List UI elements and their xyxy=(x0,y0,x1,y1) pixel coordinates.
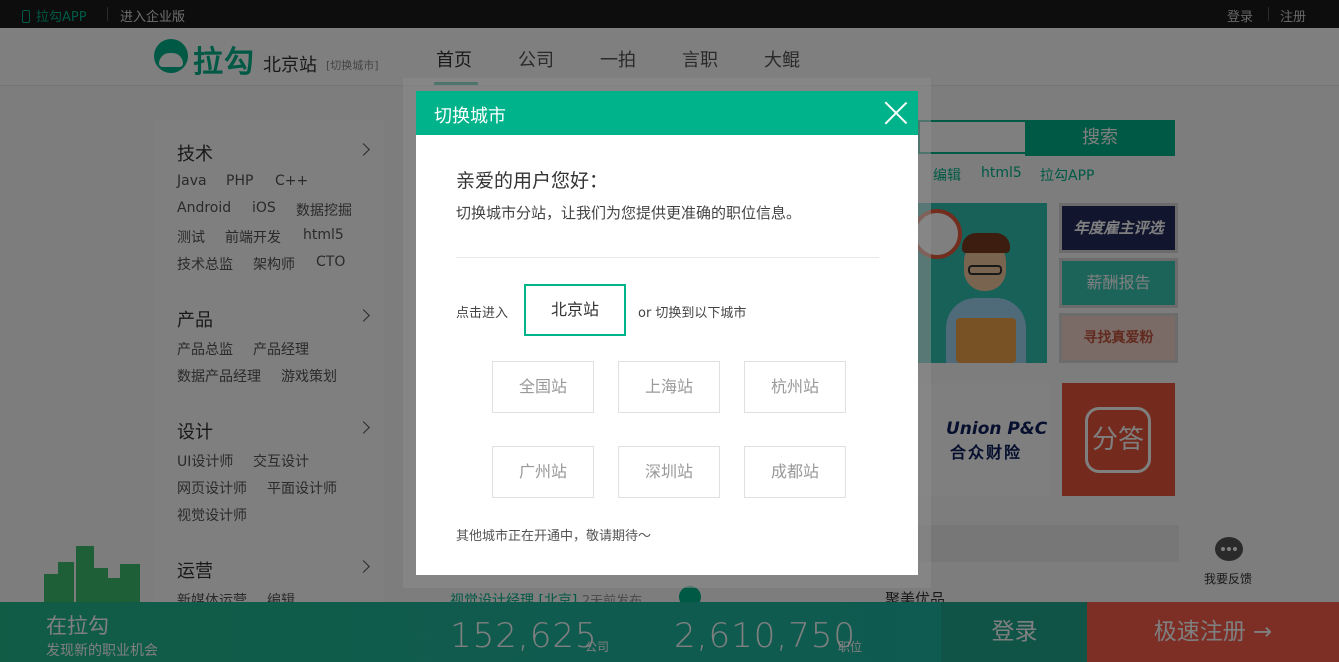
divider xyxy=(456,257,879,258)
city-option-shanghai[interactable]: 上海站 xyxy=(618,361,720,413)
city-option-hangzhou[interactable]: 杭州站 xyxy=(744,361,846,413)
greeting-text: 亲爱的用户您好： xyxy=(456,170,609,192)
city-option-nationwide[interactable]: 全国站 xyxy=(492,361,594,413)
city-switch-dialog: 切换城市 亲爱的用户您好： 切换城市分站，让我们为您提供更准确的职位信息。 点击… xyxy=(416,91,918,575)
dialog-title: 切换城市 xyxy=(434,106,506,127)
city-option-shenzhen[interactable]: 深圳站 xyxy=(618,446,720,498)
current-city-button[interactable]: 北京站 xyxy=(524,284,626,336)
city-option-chengdu[interactable]: 成都站 xyxy=(744,446,846,498)
close-icon[interactable] xyxy=(884,101,908,125)
city-option-guangzhou[interactable]: 广州站 xyxy=(492,446,594,498)
or-switch-label: or 切换到以下城市 xyxy=(638,306,747,321)
intro-text: 切换城市分站，让我们为您提供更准确的职位信息。 xyxy=(456,204,802,222)
enter-label: 点击进入 xyxy=(456,306,509,321)
dialog-header: 切换城市 xyxy=(416,91,918,135)
more-cities-note: 其他城市正在开通中，敬请期待～ xyxy=(456,529,652,544)
